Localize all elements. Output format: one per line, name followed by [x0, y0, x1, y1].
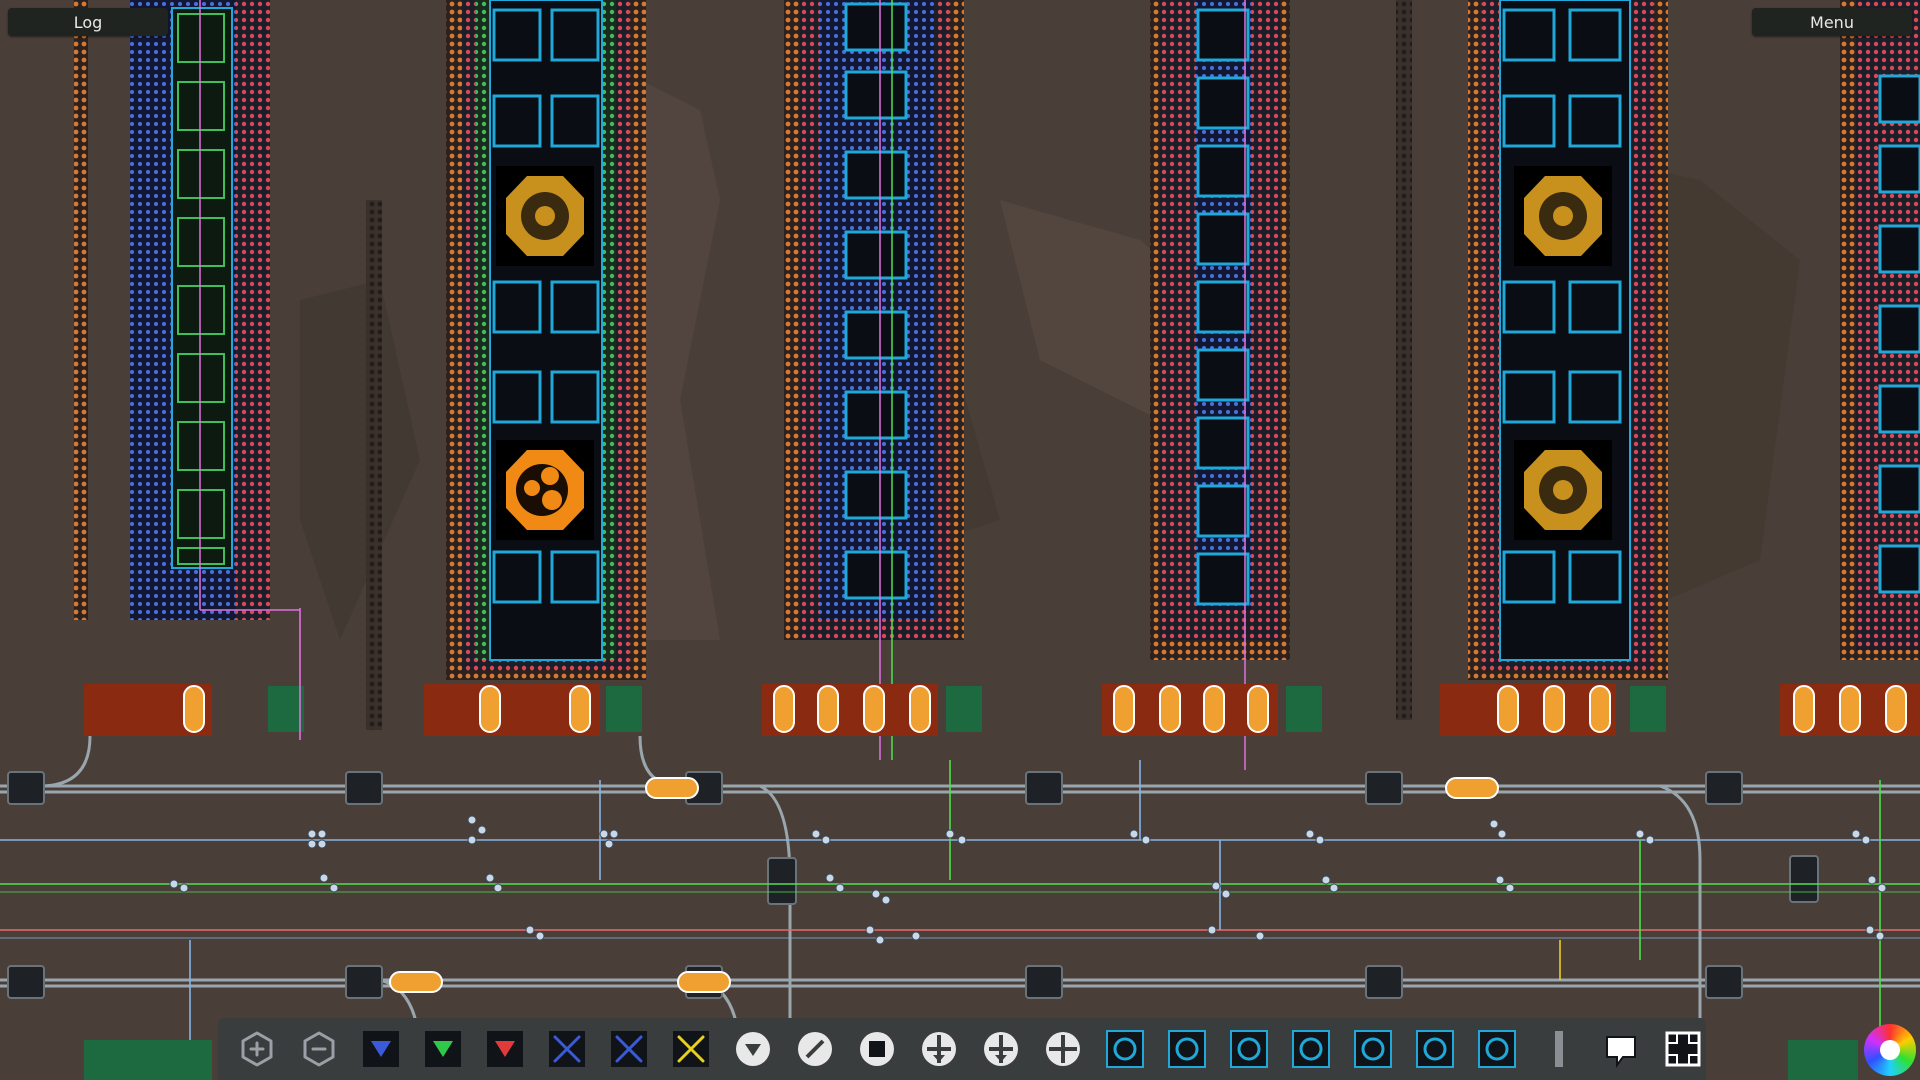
- cross-blue-alt-tool-button[interactable]: [598, 1018, 660, 1080]
- hand-tool-icon: [1230, 1030, 1268, 1068]
- pipette-tool-icon: [1168, 1030, 1206, 1068]
- speech-bubble-tool-button[interactable]: [1590, 1018, 1652, 1080]
- game-world[interactable]: [0, 0, 1920, 1080]
- triangle-red-tool-icon: [487, 1031, 523, 1067]
- emblem-eye-2: [1514, 166, 1612, 266]
- speech-bubble-tool-icon: [1606, 1036, 1636, 1068]
- log-button[interactable]: Log: [8, 8, 168, 36]
- emblem-eye-1: [496, 166, 594, 266]
- chevron-circle-tool-icon: [736, 1032, 770, 1066]
- gear-tool-icon: [1416, 1030, 1454, 1068]
- layers-tool-icon: [1292, 1030, 1330, 1068]
- hex-minus-tool-button[interactable]: [288, 1018, 350, 1080]
- move-tool-button[interactable]: [1032, 1018, 1094, 1080]
- build-toolbar: [218, 1018, 1706, 1080]
- hand-tool-button[interactable]: [1218, 1018, 1280, 1080]
- shower-tool-icon: [1106, 1030, 1144, 1068]
- stop-tool-button[interactable]: [846, 1018, 908, 1080]
- cross-blue-alt-tool-icon: [611, 1031, 647, 1067]
- triangle-green-tool-button[interactable]: [412, 1018, 474, 1080]
- green-cell-stack: [171, 7, 233, 569]
- hex-minus-tool-icon: [303, 1031, 335, 1067]
- spiral-tool-button[interactable]: [1342, 1018, 1404, 1080]
- layers-tool-button[interactable]: [1280, 1018, 1342, 1080]
- triangle-blue-tool-icon: [363, 1031, 399, 1067]
- emblem-cells: [496, 440, 594, 540]
- cross-yellow-tool-button[interactable]: [660, 1018, 722, 1080]
- divider-icon: [1555, 1031, 1563, 1067]
- split-down-tool-icon: [984, 1032, 1018, 1066]
- color-wheel-icon[interactable]: [1864, 1024, 1916, 1076]
- hex-plus-tool-icon: [241, 1031, 273, 1067]
- emblem-eye-3: [1514, 440, 1612, 540]
- lock-tool-icon: [1478, 1030, 1516, 1068]
- frame-tool-button[interactable]: [1652, 1018, 1714, 1080]
- cross-blue-tool-icon: [549, 1031, 585, 1067]
- triangle-blue-tool-button[interactable]: [350, 1018, 412, 1080]
- merge-down-tool-icon: [922, 1032, 956, 1066]
- merge-down-tool-button[interactable]: [908, 1018, 970, 1080]
- lock-tool-button[interactable]: [1466, 1018, 1528, 1080]
- menu-button[interactable]: Menu: [1752, 8, 1912, 36]
- move-tool-icon: [1046, 1032, 1080, 1066]
- pipette-tool-button[interactable]: [1156, 1018, 1218, 1080]
- split-down-tool-button[interactable]: [970, 1018, 1032, 1080]
- stop-tool-icon: [860, 1032, 894, 1066]
- chevron-circle-tool-button[interactable]: [722, 1018, 784, 1080]
- pencil-tool-button[interactable]: [784, 1018, 846, 1080]
- cross-yellow-tool-icon: [673, 1031, 709, 1067]
- frame-tool-icon: [1665, 1031, 1701, 1067]
- pencil-tool-icon: [798, 1032, 832, 1066]
- triangle-red-tool-button[interactable]: [474, 1018, 536, 1080]
- shower-tool-button[interactable]: [1094, 1018, 1156, 1080]
- divider-button: [1528, 1018, 1590, 1080]
- spiral-tool-icon: [1354, 1030, 1392, 1068]
- triangle-green-tool-icon: [425, 1031, 461, 1067]
- cross-blue-tool-button[interactable]: [536, 1018, 598, 1080]
- hex-plus-tool-button[interactable]: [226, 1018, 288, 1080]
- machine-column-6[interactable]: [1840, 0, 1920, 660]
- gear-tool-button[interactable]: [1404, 1018, 1466, 1080]
- machine-column-4[interactable]: [1150, 0, 1290, 770]
